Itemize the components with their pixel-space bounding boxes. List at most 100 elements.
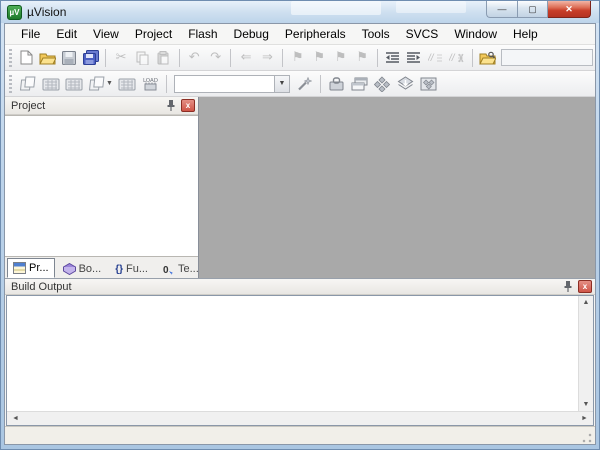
pin-icon[interactable] bbox=[164, 99, 178, 113]
menu-tools[interactable]: Tools bbox=[354, 25, 398, 43]
tab-functions-label: Fu... bbox=[125, 262, 148, 275]
svg-text://: // bbox=[428, 53, 435, 64]
pin-icon[interactable] bbox=[561, 280, 575, 294]
build-output-text[interactable] bbox=[7, 296, 578, 411]
vertical-scrollbar[interactable]: ▲ ▼ bbox=[578, 296, 593, 411]
bookmark-previous-icon[interactable]: ⚑ bbox=[309, 47, 330, 69]
tab-books-label: Bo... bbox=[78, 262, 102, 275]
tab-templates-label: Te... bbox=[178, 262, 199, 275]
save-icon[interactable] bbox=[59, 47, 80, 69]
menu-project[interactable]: Project bbox=[127, 25, 180, 43]
batch-build-icon[interactable] bbox=[85, 73, 108, 95]
uvision-logo-icon: µV bbox=[7, 4, 22, 20]
tab-project[interactable]: Pr... bbox=[7, 258, 55, 278]
titlebar-glass-reflection bbox=[396, 1, 466, 13]
project-tree[interactable] bbox=[5, 115, 198, 257]
menu-edit[interactable]: Edit bbox=[48, 25, 85, 43]
rebuild-icon[interactable] bbox=[62, 73, 85, 95]
undo-icon[interactable]: ↶ bbox=[184, 47, 205, 69]
target-select[interactable]: ▼ bbox=[173, 74, 290, 93]
manage-rte-icon[interactable] bbox=[417, 73, 440, 95]
minimize-button[interactable]: — bbox=[486, 1, 517, 18]
scroll-up-icon[interactable]: ▲ bbox=[580, 296, 593, 309]
title-bar[interactable]: µV µVision — ▢ ✕ bbox=[1, 1, 599, 23]
build-output-close-icon[interactable]: x bbox=[578, 280, 592, 293]
toolbar1-grip[interactable] bbox=[8, 48, 13, 67]
scroll-down-icon[interactable]: ▼ bbox=[580, 398, 593, 411]
status-bar bbox=[5, 426, 595, 444]
select-software-packs-icon[interactable] bbox=[371, 73, 394, 95]
horizontal-scrollbar[interactable]: ◄ ► bbox=[7, 411, 593, 425]
maximize-button[interactable]: ▢ bbox=[517, 1, 548, 18]
project-panel-close-icon[interactable]: x bbox=[181, 99, 195, 112]
paste-icon[interactable] bbox=[153, 47, 174, 69]
svg-text:0: 0 bbox=[163, 265, 169, 275]
bookmark-clear-icon[interactable]: ⚑ bbox=[351, 47, 372, 69]
toolbar-separator bbox=[178, 48, 180, 67]
pack-installer-icon[interactable] bbox=[394, 73, 417, 95]
translate-icon[interactable] bbox=[16, 73, 39, 95]
toolbar-separator bbox=[319, 74, 321, 93]
menu-help[interactable]: Help bbox=[505, 25, 546, 43]
project-panel: Project x Pr... Bo... {} Fu... 0 Te... bbox=[5, 97, 199, 278]
indent-increase-icon[interactable] bbox=[403, 47, 424, 69]
search-input[interactable] bbox=[500, 49, 593, 66]
close-button[interactable]: ✕ bbox=[548, 1, 591, 18]
navigate-back-icon[interactable]: ⇐ bbox=[235, 47, 256, 69]
chevron-down-icon[interactable]: ▼ bbox=[273, 75, 289, 92]
options-for-target-icon[interactable] bbox=[293, 73, 316, 95]
tab-project-label: Pr... bbox=[29, 262, 49, 274]
build-icon[interactable] bbox=[39, 73, 62, 95]
redo-icon[interactable]: ↷ bbox=[205, 47, 226, 69]
menu-file[interactable]: File bbox=[13, 25, 48, 43]
save-all-icon[interactable] bbox=[80, 47, 101, 69]
project-panel-title: Project bbox=[11, 99, 46, 112]
templates-tab-icon: 0 bbox=[162, 263, 175, 275]
scroll-left-icon[interactable]: ◄ bbox=[9, 412, 22, 425]
find-in-files-icon[interactable] bbox=[476, 47, 497, 69]
window-title: µVision bbox=[27, 5, 67, 19]
main-area: Project x Pr... Bo... {} Fu... 0 Te... bbox=[5, 97, 595, 278]
copy-icon[interactable] bbox=[132, 47, 153, 69]
navigate-forward-icon[interactable]: ⇒ bbox=[257, 47, 278, 69]
resize-grip[interactable] bbox=[581, 432, 593, 444]
client-area: File Edit View Project Flash Debug Peripherals… bbox=[4, 23, 596, 445]
document-area bbox=[199, 97, 595, 278]
scroll-right-icon[interactable]: ► bbox=[578, 412, 591, 425]
file-toolbar: ✂ ↶ ↷ ⇐ ⇒ ⚑ ⚑ ⚑ ⚑//// bbox=[5, 45, 595, 71]
cut-icon[interactable]: ✂ bbox=[110, 47, 131, 69]
functions-tab-icon: {} bbox=[115, 263, 123, 275]
tab-templates[interactable]: 0 Te... bbox=[156, 259, 205, 278]
indent-decrease-icon[interactable] bbox=[382, 47, 403, 69]
download-icon[interactable]: LOAD bbox=[139, 73, 162, 95]
titlebar-glass-reflection bbox=[291, 1, 381, 15]
toolbar-separator bbox=[165, 74, 167, 93]
file-extensions-icon[interactable] bbox=[348, 73, 371, 95]
menu-svcs[interactable]: SVCS bbox=[398, 25, 447, 43]
uvision-window: µV µVision — ▢ ✕ File Edit View Project Flas… bbox=[0, 0, 600, 450]
menu-window[interactable]: Window bbox=[446, 25, 505, 43]
tab-functions[interactable]: {} Fu... bbox=[109, 259, 154, 278]
menu-view[interactable]: View bbox=[85, 25, 127, 43]
uncomment-icon[interactable]: // bbox=[446, 47, 467, 69]
manage-project-items-icon[interactable] bbox=[325, 73, 348, 95]
books-tab-icon bbox=[62, 262, 76, 275]
svg-text:LOAD: LOAD bbox=[143, 78, 158, 84]
toolbar-separator bbox=[282, 48, 284, 67]
build-output-header: Build Output x bbox=[5, 278, 595, 295]
toolbar2-grip[interactable] bbox=[8, 74, 13, 93]
build-output-title: Build Output bbox=[11, 280, 72, 293]
svg-text://: // bbox=[449, 53, 456, 64]
batch-setup-icon[interactable] bbox=[116, 73, 139, 95]
toolbar-separator bbox=[105, 48, 107, 67]
menu-flash[interactable]: Flash bbox=[180, 25, 225, 43]
bookmark-toggle-icon[interactable]: ⚑ bbox=[287, 47, 308, 69]
menu-peripherals[interactable]: Peripherals bbox=[277, 25, 354, 43]
comment-icon[interactable]: // bbox=[425, 47, 446, 69]
menu-debug[interactable]: Debug bbox=[226, 25, 277, 43]
new-file-icon[interactable] bbox=[16, 47, 37, 69]
open-file-icon[interactable] bbox=[37, 47, 58, 69]
tab-books[interactable]: Bo... bbox=[57, 259, 108, 278]
bookmark-next-icon[interactable]: ⚑ bbox=[330, 47, 351, 69]
menu-bar: File Edit View Project Flash Debug Peripherals… bbox=[5, 24, 595, 45]
